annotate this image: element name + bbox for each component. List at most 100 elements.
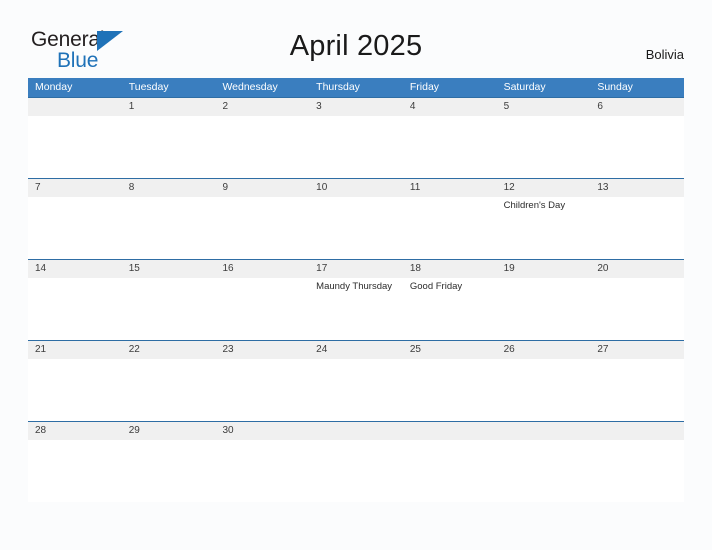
day-cell[interactable] [28,278,122,340]
day-number[interactable]: 29 [122,422,216,440]
day-cell[interactable] [28,440,122,502]
day-number[interactable]: 23 [215,341,309,359]
day-number[interactable] [590,422,684,440]
day-cell[interactable] [497,440,591,502]
day-number[interactable]: 13 [590,179,684,197]
day-cell[interactable] [215,197,309,259]
day-number[interactable]: 16 [215,260,309,278]
day-cell[interactable] [309,116,403,178]
day-number[interactable]: 3 [309,98,403,116]
day-number[interactable]: 12 [497,179,591,197]
day-number[interactable]: 22 [122,341,216,359]
week-date-strip: 28 29 30 [28,422,684,440]
week-body-strip [28,440,684,502]
day-number[interactable] [497,422,591,440]
event-label: Children's Day [503,200,566,211]
day-cell[interactable] [28,197,122,259]
week-body-strip [28,116,684,178]
day-number[interactable]: 21 [28,341,122,359]
day-cell[interactable] [590,359,684,421]
week-date-strip: 21 22 23 24 25 26 27 [28,341,684,359]
page-header: General Blue April 2025 Bolivia [0,0,712,78]
week-row: 1 2 3 4 5 6 [28,97,684,178]
day-number[interactable]: 7 [28,179,122,197]
day-cell[interactable] [590,440,684,502]
day-number[interactable]: 26 [497,341,591,359]
day-cell[interactable] [215,359,309,421]
day-cell[interactable] [309,197,403,259]
day-number[interactable]: 9 [215,179,309,197]
week-body-strip: Maundy Thursday Good Friday [28,278,684,340]
weekday-header-monday: Monday [35,81,73,93]
day-number[interactable]: 28 [28,422,122,440]
day-cell[interactable] [309,440,403,502]
day-number[interactable]: 1 [122,98,216,116]
week-row: 28 29 30 [28,421,684,502]
page-title: April 2025 [289,30,423,62]
day-cell[interactable] [28,116,122,178]
day-number[interactable]: 11 [403,179,497,197]
day-number[interactable]: 18 [403,260,497,278]
week-body-strip: Children's Day [28,197,684,259]
day-cell[interactable] [309,359,403,421]
day-number[interactable]: 2 [215,98,309,116]
day-number[interactable]: 27 [590,341,684,359]
day-cell[interactable] [590,197,684,259]
weekday-header-row: Monday Tuesday Wednesday Thursday Friday… [28,78,684,97]
day-cell[interactable]: Children's Day [497,197,591,259]
event-label: Good Friday [409,281,463,292]
day-number[interactable]: 25 [403,341,497,359]
day-cell[interactable] [497,116,591,178]
day-cell[interactable]: Good Friday [403,278,497,340]
day-number[interactable]: 17 [309,260,403,278]
day-number[interactable] [403,422,497,440]
country-label: Bolivia [645,47,684,62]
week-row: 21 22 23 24 25 26 27 [28,340,684,421]
day-cell[interactable] [215,116,309,178]
day-cell[interactable] [122,359,216,421]
day-number[interactable]: 10 [309,179,403,197]
weekday-header-tuesday: Tuesday [128,81,169,93]
day-number[interactable]: 24 [309,341,403,359]
day-cell[interactable]: Maundy Thursday [309,278,403,340]
day-number[interactable] [28,98,122,116]
day-cell[interactable] [590,116,684,178]
weekday-header-thursday: Thursday [316,81,360,93]
calendar-grid: Monday Tuesday Wednesday Thursday Friday… [28,78,684,502]
day-number[interactable]: 4 [403,98,497,116]
day-cell[interactable] [403,359,497,421]
day-cell[interactable] [590,278,684,340]
day-cell[interactable] [122,116,216,178]
day-cell[interactable] [215,440,309,502]
event-label: Maundy Thursday [316,281,393,292]
day-number[interactable]: 15 [122,260,216,278]
day-cell[interactable] [28,359,122,421]
day-cell[interactable] [215,278,309,340]
weekday-header-sunday: Sunday [597,81,633,93]
day-number[interactable]: 19 [497,260,591,278]
day-number[interactable]: 6 [590,98,684,116]
calendar-page: General Blue April 2025 Bolivia Monday T… [0,0,712,550]
weekday-header-saturday: Saturday [503,81,546,93]
day-cell[interactable] [122,278,216,340]
day-cell[interactable] [403,440,497,502]
day-number[interactable]: 30 [215,422,309,440]
week-row: 14 15 16 17 18 19 20 Maundy Thursday Goo… [28,259,684,340]
day-number[interactable]: 5 [497,98,591,116]
week-date-strip: 14 15 16 17 18 19 20 [28,260,684,278]
day-number[interactable]: 20 [590,260,684,278]
week-date-strip: 7 8 9 10 11 12 13 [28,179,684,197]
day-cell[interactable] [497,278,591,340]
weekday-header-friday: Friday [409,81,440,93]
day-number[interactable] [309,422,403,440]
day-cell[interactable] [122,440,216,502]
day-number[interactable]: 14 [28,260,122,278]
day-cell[interactable] [497,359,591,421]
day-cell[interactable] [403,197,497,259]
week-row: 7 8 9 10 11 12 13 Children's Day [28,178,684,259]
week-body-strip [28,359,684,421]
week-date-strip: 1 2 3 4 5 6 [28,98,684,116]
day-number[interactable]: 8 [122,179,216,197]
day-cell[interactable] [403,116,497,178]
day-cell[interactable] [122,197,216,259]
